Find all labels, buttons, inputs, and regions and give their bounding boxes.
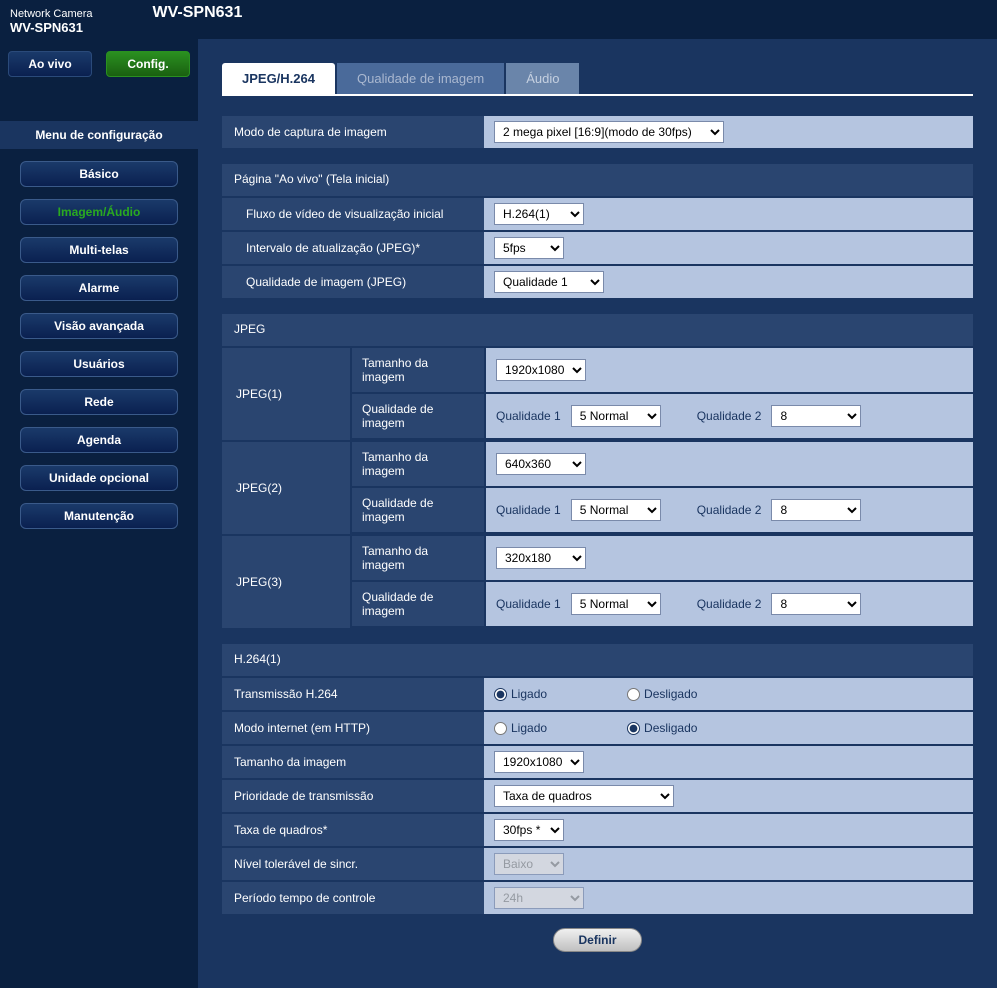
jpeg2-label: JPEG(2)	[222, 442, 350, 534]
config-button[interactable]: Config.	[106, 51, 190, 77]
brand-text: Network Camera	[10, 8, 93, 20]
refresh-label: Intervalo de atualização (JPEG)*	[222, 232, 484, 264]
jpeg3-q1-label: Qualidade 1	[496, 597, 561, 611]
h264-sync-select: Baixo	[494, 853, 564, 875]
jpeg3-size-label: Tamanho da imagem	[352, 536, 484, 580]
jpeg3-q1-select[interactable]: 5 Normal	[571, 593, 661, 615]
jpeg2-size-select[interactable]: 640x360	[496, 453, 586, 475]
jpeg2-q1-label: Qualidade 1	[496, 503, 561, 517]
live-page-head: Página "Ao vivo" (Tela inicial)	[222, 164, 973, 196]
h264-trans-off[interactable]: Desligado	[627, 687, 697, 701]
jpeg3-size-select[interactable]: 320x180	[496, 547, 586, 569]
h264-trans-label: Transmissão H.264	[222, 678, 484, 710]
model-text: WV-SPN631	[10, 20, 93, 35]
tab-audio[interactable]: Áudio	[506, 63, 579, 94]
stream-select[interactable]: H.264(1)	[494, 203, 584, 225]
submit-button[interactable]: Definir	[553, 928, 641, 952]
jpeg1-label: JPEG(1)	[222, 348, 350, 440]
jpeg-quality-label: Qualidade de imagem (JPEG)	[222, 266, 484, 298]
h264-internet-on[interactable]: Ligado	[494, 721, 547, 735]
menu-title: Menu de configuração	[0, 121, 198, 149]
menu-usuarios[interactable]: Usuários	[20, 351, 178, 377]
top-bar: Network Camera WV-SPN631 WV-SPN631	[0, 0, 997, 39]
h264-period-select: 24h	[494, 887, 584, 909]
page-title: WV-SPN631	[153, 4, 243, 22]
capture-mode-label: Modo de captura de imagem	[222, 116, 484, 148]
h264-priority-label: Prioridade de transmissão	[222, 780, 484, 812]
jpeg1-qual-label: Qualidade de imagem	[352, 394, 484, 438]
jpeg3-qual-label: Qualidade de imagem	[352, 582, 484, 626]
jpeg3-q2-label: Qualidade 2	[697, 597, 762, 611]
refresh-select[interactable]: 5fps	[494, 237, 564, 259]
jpeg2-qual-label: Qualidade de imagem	[352, 488, 484, 532]
h264-period-label: Período tempo de controle	[222, 882, 484, 914]
h264-trans-on[interactable]: Ligado	[494, 687, 547, 701]
live-button[interactable]: Ao vivo	[8, 51, 92, 77]
capture-mode-select[interactable]: 2 mega pixel [16:9](modo de 30fps)	[494, 121, 724, 143]
menu-visao-avancada[interactable]: Visão avançada	[20, 313, 178, 339]
jpeg2-q2-select[interactable]: 8	[771, 499, 861, 521]
jpeg3-label: JPEG(3)	[222, 536, 350, 628]
tab-bar: JPEG/H.264 Qualidade de imagem Áudio	[222, 63, 973, 96]
sidebar: Ao vivo Config. Menu de configuração Bás…	[0, 39, 198, 988]
h264-internet-off[interactable]: Desligado	[627, 721, 697, 735]
tab-qualidade[interactable]: Qualidade de imagem	[337, 63, 504, 94]
jpeg-quality-select[interactable]: Qualidade 1	[494, 271, 604, 293]
stream-label: Fluxo de vídeo de visualização inicial	[222, 198, 484, 230]
h264-rate-label: Taxa de quadros*	[222, 814, 484, 846]
jpeg2-size-label: Tamanho da imagem	[352, 442, 484, 486]
menu-manutencao[interactable]: Manutenção	[20, 503, 178, 529]
jpeg1-q2-label: Qualidade 2	[697, 409, 762, 423]
h264-rate-select[interactable]: 30fps *	[494, 819, 564, 841]
h264-size-label: Tamanho da imagem	[222, 746, 484, 778]
jpeg-head: JPEG	[222, 314, 973, 346]
jpeg2-q1-select[interactable]: 5 Normal	[571, 499, 661, 521]
menu-basico[interactable]: Básico	[20, 161, 178, 187]
jpeg1-q1-label: Qualidade 1	[496, 409, 561, 423]
jpeg3-q2-select[interactable]: 8	[771, 593, 861, 615]
h264-priority-select[interactable]: Taxa de quadros	[494, 785, 674, 807]
h264-size-select[interactable]: 1920x1080	[494, 751, 584, 773]
menu-multi-telas[interactable]: Multi-telas	[20, 237, 178, 263]
menu-agenda[interactable]: Agenda	[20, 427, 178, 453]
jpeg1-size-select[interactable]: 1920x1080	[496, 359, 586, 381]
menu-unidade-opcional[interactable]: Unidade opcional	[20, 465, 178, 491]
menu-rede[interactable]: Rede	[20, 389, 178, 415]
jpeg2-q2-label: Qualidade 2	[697, 503, 762, 517]
h264-head: H.264(1)	[222, 644, 973, 676]
menu-imagem-audio[interactable]: Imagem/Áudio	[20, 199, 178, 225]
main-panel: JPEG/H.264 Qualidade de imagem Áudio Mod…	[198, 39, 997, 988]
jpeg1-q1-select[interactable]: 5 Normal	[571, 405, 661, 427]
menu-alarme[interactable]: Alarme	[20, 275, 178, 301]
jpeg1-q2-select[interactable]: 8	[771, 405, 861, 427]
tab-jpeg-h264[interactable]: JPEG/H.264	[222, 63, 335, 94]
h264-sync-label: Nível tolerável de sincr.	[222, 848, 484, 880]
h264-internet-label: Modo internet (em HTTP)	[222, 712, 484, 744]
jpeg1-size-label: Tamanho da imagem	[352, 348, 484, 392]
